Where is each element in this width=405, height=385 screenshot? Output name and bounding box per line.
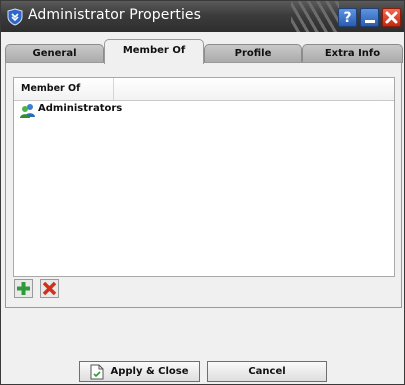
member-of-list[interactable]: Member Of Administrators [13,77,395,277]
window-title: Administrator Properties [28,7,202,23]
cancel-label: Cancel [248,366,286,377]
tab-extra-info[interactable]: Extra Info [302,44,403,63]
tab-member-of[interactable]: Member Of [104,39,204,64]
shield-icon [7,8,23,26]
title-bar[interactable]: Administrator Properties ? [1,1,404,32]
list-item[interactable]: Administrators [14,102,394,120]
help-button[interactable]: ? [338,8,357,27]
remove-member-button[interactable] [40,279,59,298]
member-of-panel: Member Of Administrators [5,62,402,308]
close-icon [385,11,398,24]
tab-strip: General Member Of Profile Extra Info [5,39,403,64]
minimize-button[interactable] [360,8,379,27]
column-header-member-of[interactable]: Member Of [14,78,114,100]
properties-window: Administrator Properties ? General Membe… [0,0,405,385]
help-icon: ? [343,9,352,26]
x-icon [40,279,59,298]
tab-general[interactable]: General [5,44,104,63]
document-check-icon [90,364,104,379]
close-button[interactable] [382,8,401,27]
user-group-icon [20,104,35,118]
tab-profile[interactable]: Profile [204,44,302,63]
list-item-label: Administrators [38,103,123,114]
add-member-button[interactable] [14,279,33,298]
plus-icon [14,279,33,298]
apply-close-button[interactable]: Apply & Close [79,361,200,382]
title-bar-stripes [291,1,339,32]
cancel-button[interactable]: Cancel [207,361,327,382]
minimize-icon [364,20,375,23]
apply-close-label: Apply & Close [110,366,189,377]
list-header: Member Of [14,78,394,101]
